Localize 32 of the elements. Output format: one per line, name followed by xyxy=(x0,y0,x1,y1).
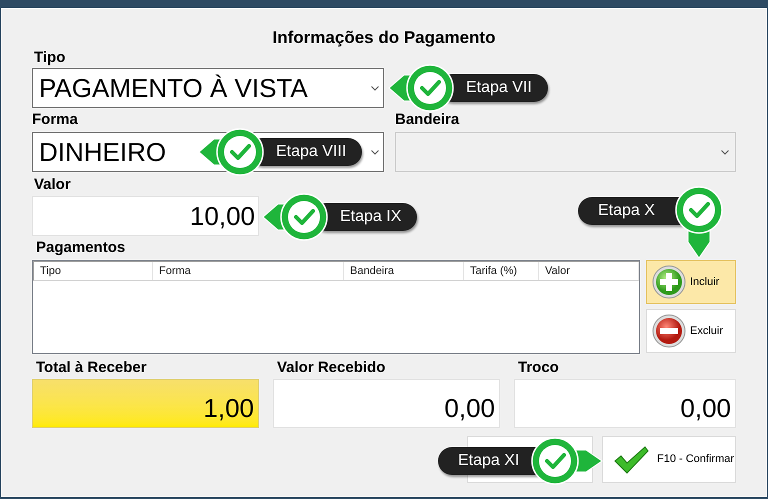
plus-icon xyxy=(652,265,686,299)
check-badge-icon xyxy=(262,191,328,243)
minus-icon xyxy=(652,314,686,348)
field-label: Tipo xyxy=(34,49,66,67)
field-label: Total à Receber xyxy=(36,359,148,377)
dialog-title: Informações do Pagamento xyxy=(272,27,496,48)
column-header[interactable]: Tarifa (%) xyxy=(464,262,539,280)
column-header[interactable]: Valor xyxy=(539,262,639,280)
field-label: Forma xyxy=(32,111,79,129)
field-label: Valor Recebido xyxy=(277,359,386,377)
type-dropdown[interactable]: PAGAMENTO À VISTA xyxy=(32,68,384,108)
check-badge-icon xyxy=(388,62,454,114)
total-field: 0,00 xyxy=(514,379,736,428)
check-badge-icon xyxy=(673,184,725,260)
dropdown-caret-icon xyxy=(721,150,729,154)
field-label: Valor xyxy=(34,176,72,194)
total-field: 0,00 xyxy=(273,379,500,428)
total-field: 1,00 xyxy=(32,379,259,428)
confirm-button[interactable]: F10 - Confirmar xyxy=(602,436,736,483)
field-label: Bandeira xyxy=(395,111,460,129)
column-header[interactable]: Bandeira xyxy=(344,262,464,280)
column-header[interactable]: Tipo xyxy=(34,262,153,280)
check-badge-icon xyxy=(198,126,264,178)
add-button[interactable]: Incluir xyxy=(646,260,736,304)
field-label: Troco xyxy=(518,359,560,377)
dropdown-caret-icon xyxy=(371,150,379,154)
remove-button[interactable]: Excluir xyxy=(646,309,736,353)
amount-field[interactable]: 10,00 xyxy=(32,196,259,236)
column-header[interactable]: Forma xyxy=(153,262,344,280)
dropdown-caret-icon xyxy=(371,86,379,90)
field-label: Pagamentos xyxy=(36,239,126,257)
checkmark-icon xyxy=(613,444,649,474)
